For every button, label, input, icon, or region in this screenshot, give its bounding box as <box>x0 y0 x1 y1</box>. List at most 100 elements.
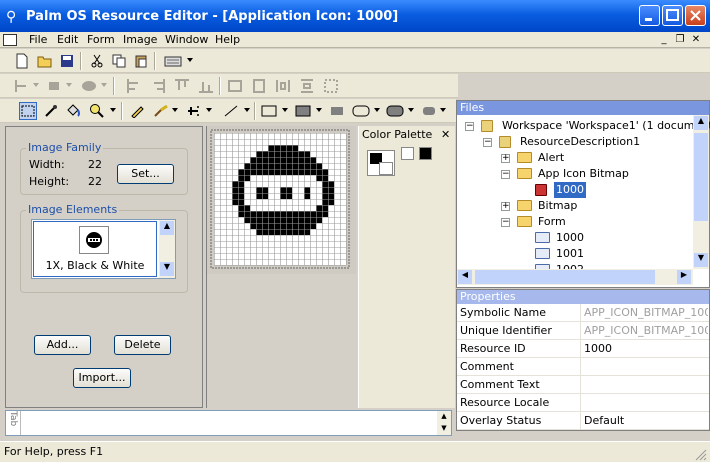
document-icon[interactable] <box>3 34 17 46</box>
property-value[interactable]: APP_ICON_BITMAP_1000 <box>584 306 708 319</box>
output-pane[interactable]: Tab ▲ ▼ <box>5 410 452 436</box>
tree-item[interactable]: + Alert <box>457 150 691 166</box>
expand-icon[interactable]: + <box>501 202 510 211</box>
open-folder-button[interactable] <box>36 52 54 70</box>
rounded-rectangle-tool-button[interactable] <box>352 102 370 120</box>
scroll-up-icon[interactable]: ▲ <box>438 412 450 422</box>
expand-icon[interactable]: + <box>501 154 510 163</box>
spray-tool-button[interactable] <box>184 102 202 120</box>
title-bar[interactable]: ⚲ Palm OS Resource Editor - [Application… <box>0 0 710 32</box>
collapse-icon[interactable]: − <box>501 218 510 227</box>
property-row[interactable]: Comment <box>457 358 709 376</box>
property-value[interactable]: Default <box>584 414 708 427</box>
space-across-icon[interactable] <box>274 77 292 95</box>
tree-item[interactable]: 1000 <box>457 182 691 198</box>
filled-rounded-rectangle-tool-button[interactable] <box>386 102 404 120</box>
align-bottom-icon[interactable] <box>197 77 215 95</box>
collapse-icon[interactable]: − <box>501 170 510 179</box>
align-right-icon[interactable] <box>149 77 167 95</box>
mdi-minimize-button[interactable]: _ <box>657 33 671 46</box>
tree-item[interactable]: 1000 <box>457 230 691 246</box>
fill-bucket-tool-button[interactable] <box>64 102 82 120</box>
line-dropdown-icon[interactable] <box>244 108 250 112</box>
scroll-down-icon[interactable]: ▼ <box>160 262 174 276</box>
black-color-cell[interactable] <box>419 147 432 160</box>
center-horizontal-icon[interactable] <box>226 77 244 95</box>
property-row[interactable]: Unique Identifier APP_ICON_BITMAP_1000 <box>457 322 709 340</box>
close-palette-icon[interactable]: ✕ <box>441 128 450 141</box>
line-tool-button[interactable] <box>222 102 240 120</box>
zoom-tool-button[interactable] <box>88 102 106 120</box>
add-element-button[interactable]: Add... <box>34 335 91 355</box>
align-disabled-icon[interactable] <box>12 77 30 95</box>
property-row[interactable]: Resource Locale <box>457 394 709 412</box>
white-color-cell[interactable] <box>401 147 414 160</box>
align-top-icon[interactable] <box>173 77 191 95</box>
set-button[interactable]: Set... <box>117 164 174 184</box>
scroll-up-icon[interactable]: ▲ <box>160 221 174 235</box>
close-window-button[interactable] <box>685 5 706 26</box>
background-color-swatch[interactable] <box>379 162 393 175</box>
minimize-button[interactable] <box>639 5 660 26</box>
collapse-icon[interactable]: − <box>465 122 474 131</box>
pixel-grid[interactable] <box>207 126 356 274</box>
menu-image[interactable]: Image <box>123 33 157 46</box>
horizontal-scroll-thumb[interactable] <box>475 270 655 284</box>
menu-help[interactable]: Help <box>215 33 240 46</box>
scroll-down-icon[interactable]: ▼ <box>438 424 450 434</box>
elements-scrollbar[interactable]: ▲ ▼ <box>159 220 175 278</box>
space-down-icon[interactable] <box>298 77 316 95</box>
vertical-scroll-thumb[interactable] <box>694 133 708 221</box>
menu-file[interactable]: File <box>29 33 47 46</box>
menu-window[interactable]: Window <box>165 33 208 46</box>
filled-rounded-rectangle-dropdown-icon[interactable] <box>408 108 414 112</box>
tree-item[interactable]: − Form <box>457 214 691 230</box>
property-row[interactable]: Symbolic Name APP_ICON_BITMAP_1000 <box>457 304 709 322</box>
property-row[interactable]: Comment Text <box>457 376 709 394</box>
solid-rounded-rectangle-dropdown-icon[interactable] <box>440 108 446 112</box>
output-tab[interactable]: Tab <box>8 411 18 426</box>
rectangle-dropdown-icon[interactable] <box>282 108 288 112</box>
property-row[interactable]: Resource ID 1000 <box>457 340 709 358</box>
new-file-button[interactable] <box>13 52 31 70</box>
scroll-left-icon[interactable]: ◀ <box>458 270 472 284</box>
delete-element-button[interactable]: Delete <box>114 335 171 355</box>
brush-dropdown-icon[interactable] <box>172 108 178 112</box>
brush-tool-button[interactable] <box>152 102 170 120</box>
maximize-button[interactable] <box>662 5 683 26</box>
tree-item[interactable]: + Bitmap <box>457 198 691 214</box>
select-tool-button[interactable] <box>19 102 37 120</box>
filled-rectangle-dropdown-icon[interactable] <box>316 108 322 112</box>
spray-dropdown-icon[interactable] <box>206 108 212 112</box>
scroll-up-icon[interactable]: ▲ <box>694 116 708 130</box>
tree-item[interactable]: − ResourceDescription1 <box>457 134 691 150</box>
property-row[interactable]: Overlay Status Default <box>457 412 709 430</box>
mdi-close-button[interactable]: ✕ <box>689 33 703 46</box>
zoom-dropdown-icon[interactable] <box>110 108 116 112</box>
rounded-rectangle-dropdown-icon[interactable] <box>374 108 380 112</box>
color-swatches[interactable] <box>367 150 395 176</box>
rectangle-tool-button[interactable] <box>260 102 278 120</box>
filled-rectangle-tool-button[interactable] <box>294 102 312 120</box>
property-value[interactable]: APP_ICON_BITMAP_1000 <box>584 324 708 337</box>
cut-button[interactable] <box>88 52 106 70</box>
distribute-disabled-icon[interactable] <box>45 77 63 95</box>
resize-icon[interactable] <box>322 77 340 95</box>
property-value[interactable]: 1000 <box>584 342 708 355</box>
align-left-icon[interactable] <box>125 77 143 95</box>
output-scrollbar[interactable]: ▲ ▼ <box>437 411 451 435</box>
scroll-down-icon[interactable]: ▼ <box>694 253 708 267</box>
pencil-tool-button[interactable] <box>128 102 146 120</box>
eyedropper-tool-button[interactable] <box>42 102 60 120</box>
save-button[interactable] <box>58 52 76 70</box>
shape-disabled-icon[interactable] <box>80 77 98 95</box>
files-vertical-scrollbar[interactable]: ▲ ▼ <box>693 115 709 269</box>
center-vertical-icon[interactable] <box>250 77 268 95</box>
tree-item[interactable]: − Workspace 'Workspace1' (1 document <box>457 118 710 134</box>
collapse-icon[interactable]: − <box>483 138 492 147</box>
mdi-restore-button[interactable]: ❐ <box>673 33 687 46</box>
copy-button[interactable] <box>110 52 128 70</box>
tree-item[interactable]: 1001 <box>457 246 691 262</box>
keyboard-dropdown-icon[interactable] <box>187 58 193 62</box>
import-button[interactable]: Import... <box>73 368 131 388</box>
